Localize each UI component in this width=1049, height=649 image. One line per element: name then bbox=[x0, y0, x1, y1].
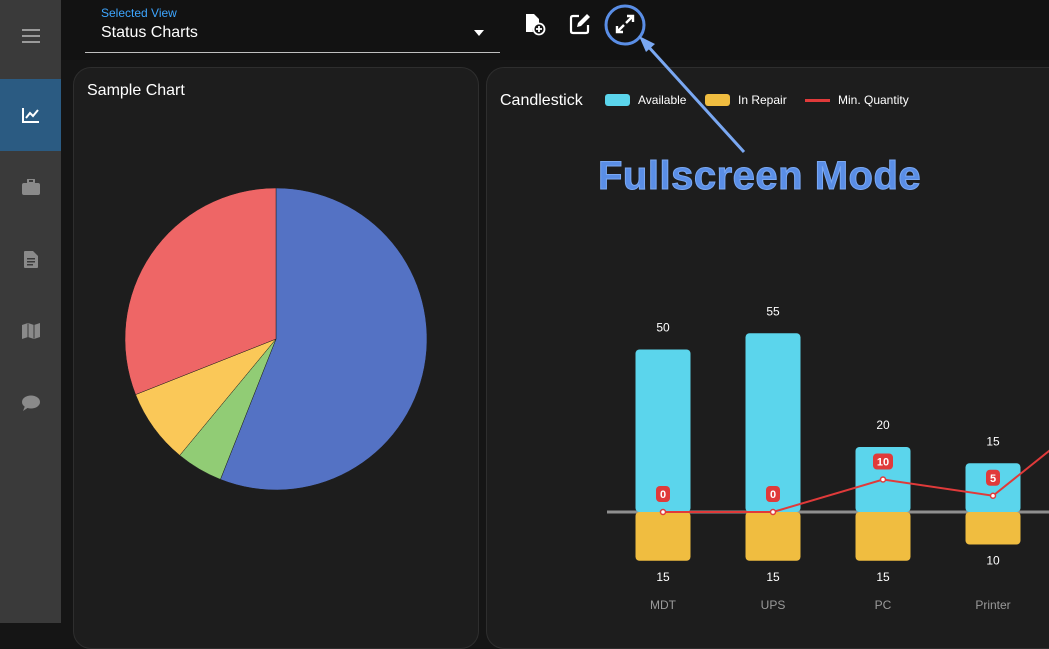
chat-icon bbox=[21, 395, 40, 411]
min-quantity-point-0[interactable] bbox=[659, 508, 667, 516]
label-in-repair-0: 15 bbox=[656, 570, 670, 584]
menu-button[interactable] bbox=[0, 0, 61, 72]
view-select-label: Selected View bbox=[101, 6, 177, 20]
label-in-repair-1: 15 bbox=[766, 570, 780, 584]
bar-in-repair-1[interactable] bbox=[745, 512, 801, 561]
briefcase-icon bbox=[21, 179, 40, 195]
x-tick-label-2: PC bbox=[875, 598, 892, 612]
candlestick-chart: 50 15 MDT 55 15 UPS 20 15 PC 15 10 Printer 0 0 10 5 bbox=[607, 304, 1049, 612]
sidebar-item-documents[interactable] bbox=[0, 223, 61, 295]
annotation-label: Fullscreen Mode bbox=[597, 154, 922, 199]
min-quantity-point-3[interactable] bbox=[989, 492, 997, 499]
pie-chart bbox=[124, 187, 428, 491]
label-in-repair-2: 15 bbox=[876, 570, 890, 584]
label-available-0: 50 bbox=[656, 321, 670, 335]
x-tick-label-0: MDT bbox=[650, 598, 677, 612]
min-quantity-label-1: 0 bbox=[770, 489, 776, 501]
bar-available-1[interactable] bbox=[745, 333, 801, 512]
x-tick-label-3: Printer bbox=[975, 598, 1010, 612]
sample-chart-card: Sample Chart bbox=[73, 67, 479, 649]
sidebar-item-assets[interactable] bbox=[0, 151, 61, 223]
sidebar-item-map[interactable] bbox=[0, 295, 61, 367]
view-select[interactable]: Selected View Status Charts bbox=[85, 0, 500, 53]
label-available-3: 15 bbox=[986, 434, 1000, 448]
label-available-2: 20 bbox=[876, 418, 890, 432]
fullscreen-button[interactable] bbox=[610, 9, 640, 39]
document-icon bbox=[23, 250, 38, 268]
top-bar: Selected View Status Charts bbox=[61, 0, 1049, 60]
min-quantity-point-1[interactable] bbox=[769, 508, 777, 516]
map-icon bbox=[21, 323, 40, 339]
add-file-button[interactable] bbox=[519, 9, 549, 39]
chevron-down-icon bbox=[474, 30, 484, 36]
add-file-icon bbox=[526, 14, 546, 36]
bar-in-repair-2[interactable] bbox=[855, 512, 911, 561]
view-select-value: Status Charts bbox=[101, 24, 198, 41]
edit-button[interactable] bbox=[565, 9, 595, 39]
min-quantity-label-0: 0 bbox=[660, 489, 666, 501]
min-quantity-point-2[interactable] bbox=[879, 476, 887, 483]
menu-icon bbox=[21, 29, 40, 43]
label-available-1: 55 bbox=[766, 304, 780, 318]
bar-in-repair-0[interactable] bbox=[635, 512, 691, 561]
bar-in-repair-3[interactable] bbox=[965, 512, 1021, 545]
sidebar-item-charts[interactable] bbox=[0, 79, 61, 151]
fullscreen-icon bbox=[615, 14, 635, 34]
min-quantity-label-2: 10 bbox=[877, 457, 889, 469]
x-tick-label-1: UPS bbox=[761, 598, 786, 612]
line-chart-icon bbox=[21, 108, 39, 123]
min-quantity-label-3: 5 bbox=[990, 473, 996, 485]
sidebar-item-messages[interactable] bbox=[0, 367, 61, 439]
sidebar bbox=[0, 0, 61, 623]
edit-icon bbox=[569, 14, 590, 35]
label-in-repair-3: 10 bbox=[986, 554, 1000, 568]
